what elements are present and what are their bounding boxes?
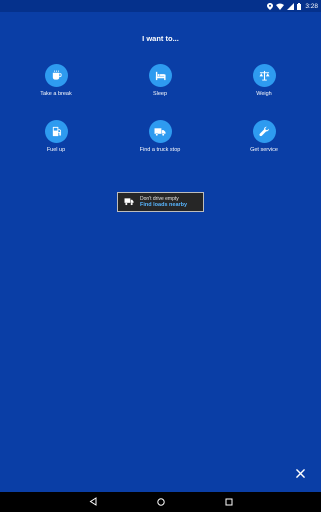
bed-icon [148, 64, 172, 87]
banner-text: Don't drive empty Find loads nearby [140, 196, 187, 209]
home-icon [156, 493, 165, 511]
action-label: Weigh [256, 91, 272, 97]
signal-icon [287, 2, 295, 10]
main-content: I want to... Take a break Sleep Weigh Fu… [0, 12, 321, 492]
navigation-bar [0, 492, 321, 512]
recents-button[interactable] [222, 495, 236, 509]
wrench-icon [252, 120, 276, 143]
home-button[interactable] [154, 495, 168, 509]
take-a-break-button[interactable]: Take a break [16, 64, 96, 97]
location-icon [267, 2, 274, 10]
recents-icon [225, 493, 233, 511]
scale-icon [252, 64, 276, 87]
truck-load-icon [124, 193, 134, 211]
wifi-icon [276, 3, 285, 10]
coffee-cup-icon [44, 64, 68, 87]
close-icon [295, 465, 305, 483]
action-label: Fuel up [46, 147, 66, 153]
battery-icon [297, 2, 302, 10]
fuel-up-button[interactable]: Fuel up [16, 120, 96, 153]
action-label: Take a break [40, 91, 72, 97]
status-bar: 3:28 [0, 0, 321, 12]
page-title: I want to... [142, 34, 179, 43]
close-button[interactable] [292, 466, 308, 482]
find-loads-banner[interactable]: Don't drive empty Find loads nearby [117, 192, 204, 212]
status-time: 3:28 [305, 2, 318, 10]
truck-icon [148, 120, 172, 143]
find-truck-stop-button[interactable]: Find a truck stop [120, 120, 200, 153]
action-label: Get service [250, 147, 278, 153]
back-button[interactable] [86, 495, 100, 509]
action-label: Sleep [152, 91, 168, 97]
get-service-button[interactable]: Get service [224, 120, 304, 153]
sleep-button[interactable]: Sleep [120, 64, 200, 97]
weigh-button[interactable]: Weigh [224, 64, 304, 97]
action-label: Find a truck stop [139, 147, 181, 153]
back-icon [89, 493, 97, 511]
find-loads-link[interactable]: Find loads nearby [140, 202, 187, 209]
fuel-pump-icon [44, 120, 68, 143]
